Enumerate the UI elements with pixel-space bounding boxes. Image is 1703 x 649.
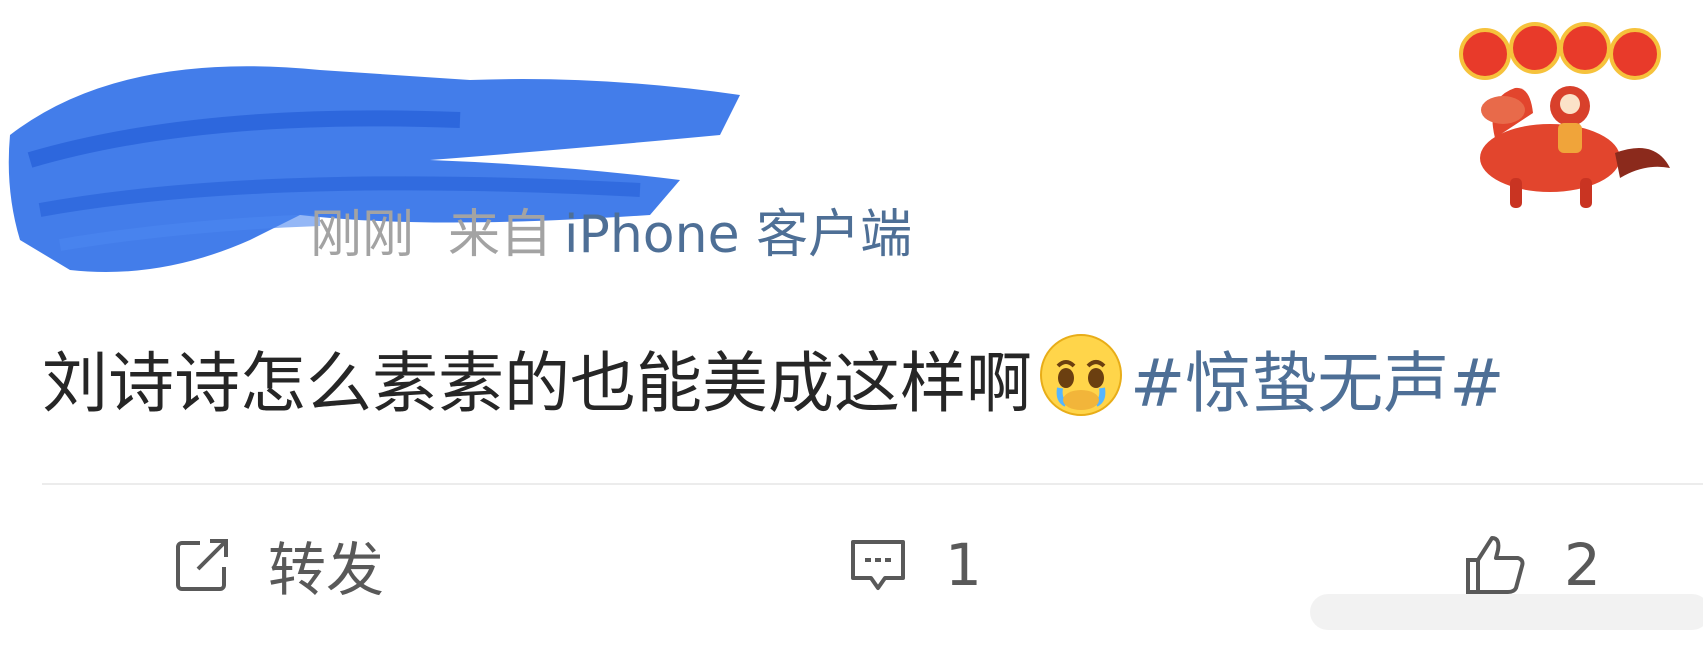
post-content: 刘诗诗怎么素素的也能美成这样啊 #惊蛰无声# — [42, 330, 1505, 430]
topic-hashtag-link[interactable]: #惊蛰无声# — [1130, 345, 1505, 422]
client-link[interactable]: iPhone 客户端 — [564, 205, 912, 265]
post-meta: 刚刚 来自 iPhone 客户端 — [310, 200, 912, 270]
crying-face-emoji-icon — [1036, 330, 1126, 420]
post-time: 刚刚 — [310, 205, 415, 265]
comment-button[interactable]: 1 — [845, 525, 982, 605]
watermark-logo — [1310, 594, 1703, 630]
comment-count: 1 — [945, 531, 982, 599]
repost-button[interactable]: 转发 — [170, 525, 384, 605]
repost-icon — [176, 539, 228, 591]
post-text: 刘诗诗怎么素素的也能美成这样啊 — [42, 345, 1032, 422]
comment-icon — [851, 540, 905, 590]
repost-label: 转发 — [268, 536, 385, 604]
divider — [42, 483, 1703, 485]
source-label: 来自 — [448, 205, 553, 265]
horse-badge-icon — [1455, 18, 1685, 228]
